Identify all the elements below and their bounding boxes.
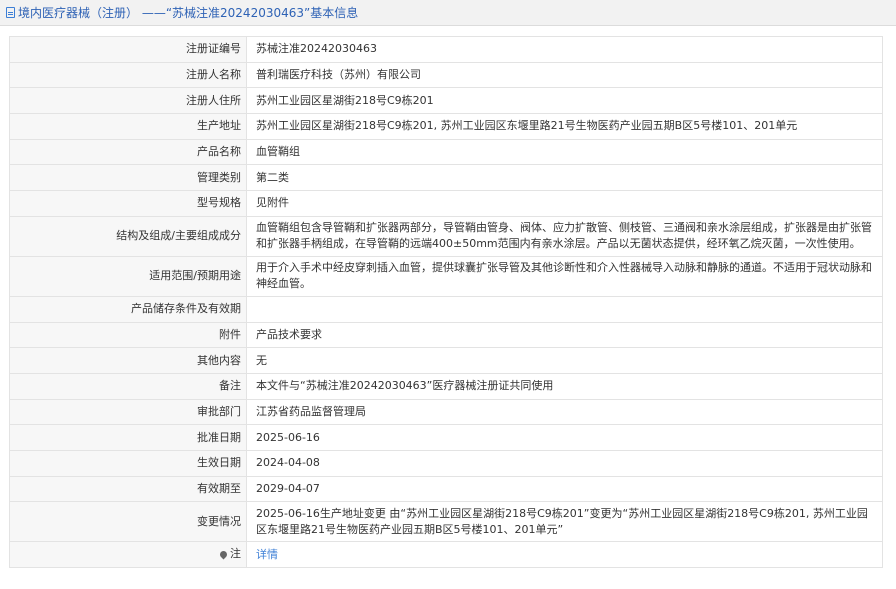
row-value: 2029-04-07 — [246, 475, 883, 503]
row-value: 江苏省药品监督管理局 — [246, 398, 883, 426]
document-icon — [6, 7, 15, 18]
row-label: 管理类别 — [9, 164, 247, 192]
table-row: 附件 产品技术要求 — [9, 321, 883, 349]
table-row: 其他内容 无 — [9, 347, 883, 374]
row-label: 结构及组成/主要组成成分 — [9, 215, 247, 257]
row-label: 型号规格 — [9, 190, 247, 217]
row-value: 苏械注准20242030463 — [246, 36, 883, 63]
table-row: 备注 本文件与“苏械注准20242030463”医疗器械注册证共同使用 — [9, 372, 883, 400]
row-label: 其他内容 — [9, 347, 247, 374]
table-row: 注册人住所 苏州工业园区星湖街218号C9栋201 — [9, 87, 883, 115]
row-label: 产品储存条件及有效期 — [9, 295, 247, 323]
table-row: 型号规格 见附件 — [9, 190, 883, 217]
table-row: 有效期至 2029-04-07 — [9, 475, 883, 503]
pin-icon — [218, 549, 229, 560]
page-title: 境内医疗器械（注册） ——“苏械注准20242030463”基本信息 — [18, 6, 359, 20]
table-row: 生效日期 2024-04-08 — [9, 449, 883, 477]
row-label: 适用范围/预期用途 — [9, 255, 247, 297]
row-label: 备注 — [9, 372, 247, 400]
row-value: 第二类 — [246, 164, 883, 192]
row-label: 产品名称 — [9, 138, 247, 166]
row-value: 普利瑞医疗科技（苏州）有限公司 — [246, 61, 883, 89]
row-label: 注册人名称 — [9, 61, 247, 89]
table-row: 注册人名称 普利瑞医疗科技（苏州）有限公司 — [9, 61, 883, 89]
note-value-cell: 详情 — [246, 541, 883, 568]
row-value: 本文件与“苏械注准20242030463”医疗器械注册证共同使用 — [246, 372, 883, 400]
row-value: 苏州工业园区星湖街218号C9栋201 — [246, 87, 883, 115]
row-value — [246, 295, 883, 323]
page-header: 境内医疗器械（注册） ——“苏械注准20242030463”基本信息 — [0, 0, 896, 26]
table-row: 产品储存条件及有效期 — [9, 295, 883, 323]
table-row: 批准日期 2025-06-16 — [9, 424, 883, 451]
row-value: 2025-06-16生产地址变更 由“苏州工业园区星湖街218号C9栋201”变… — [246, 501, 883, 543]
row-label: 审批部门 — [9, 398, 247, 426]
row-label: 生产地址 — [9, 113, 247, 140]
table-row: 结构及组成/主要组成成分 血管鞘组包含导管鞘和扩张器两部分，导管鞘由管身、阀体、… — [9, 215, 883, 257]
row-label: 生效日期 — [9, 449, 247, 477]
note-label: 注 — [218, 546, 241, 562]
row-label: 附件 — [9, 321, 247, 349]
note-label-cell: 注 — [9, 541, 247, 568]
row-value: 2025-06-16 — [246, 424, 883, 451]
row-value: 无 — [246, 347, 883, 374]
row-value: 见附件 — [246, 190, 883, 217]
row-label: 注册证编号 — [9, 36, 247, 63]
table-row: 注册证编号 苏械注准20242030463 — [9, 36, 883, 63]
table-row: 生产地址 苏州工业园区星湖街218号C9栋201, 苏州工业园区东堰里路21号生… — [9, 113, 883, 140]
table-row: 管理类别 第二类 — [9, 164, 883, 192]
note-row: 注 详情 — [9, 541, 883, 568]
row-label: 批准日期 — [9, 424, 247, 451]
row-label: 有效期至 — [9, 475, 247, 503]
row-value: 2024-04-08 — [246, 449, 883, 477]
info-table: 注册证编号 苏械注准20242030463 注册人名称 普利瑞医疗科技（苏州）有… — [9, 36, 883, 568]
row-value: 用于介入手术中经皮穿刺插入血管，提供球囊扩张导管及其他诊断性和介入性器械导入动脉… — [246, 255, 883, 297]
table-row: 审批部门 江苏省药品监督管理局 — [9, 398, 883, 426]
note-label-text: 注 — [230, 547, 241, 561]
row-value: 苏州工业园区星湖街218号C9栋201, 苏州工业园区东堰里路21号生物医药产业… — [246, 113, 883, 140]
row-value: 产品技术要求 — [246, 321, 883, 349]
row-value: 血管鞘组 — [246, 138, 883, 166]
table-row: 变更情况 2025-06-16生产地址变更 由“苏州工业园区星湖街218号C9栋… — [9, 501, 883, 543]
table-row: 适用范围/预期用途 用于介入手术中经皮穿刺插入血管，提供球囊扩张导管及其他诊断性… — [9, 255, 883, 297]
details-link[interactable]: 详情 — [256, 548, 278, 561]
row-label: 变更情况 — [9, 501, 247, 543]
table-row: 产品名称 血管鞘组 — [9, 138, 883, 166]
row-value: 血管鞘组包含导管鞘和扩张器两部分，导管鞘由管身、阀体、应力扩散管、侧枝管、三通阀… — [246, 215, 883, 257]
row-label: 注册人住所 — [9, 87, 247, 115]
